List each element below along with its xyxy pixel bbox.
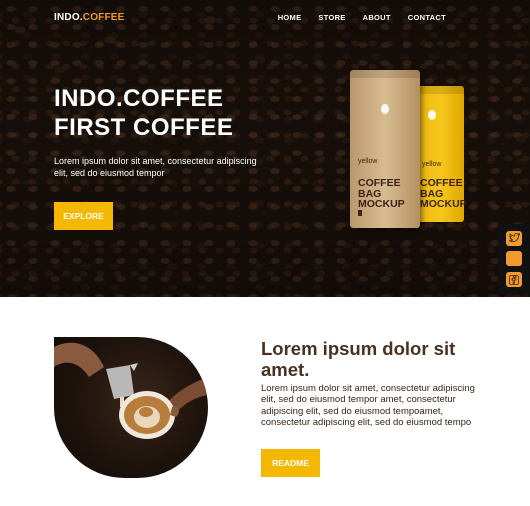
- facebook-icon[interactable]: [506, 272, 522, 288]
- nav-about[interactable]: ABOUT: [363, 13, 391, 22]
- site-logo[interactable]: INDO.COFFEE: [54, 12, 125, 23]
- nav-store[interactable]: STORE: [318, 13, 345, 22]
- nav-home[interactable]: HOME: [278, 13, 302, 22]
- bean-logo-icon: [428, 110, 436, 120]
- explore-button[interactable]: EXPLORE: [54, 202, 113, 230]
- kraft-coffee-bag: yellow COFFEE BAG MOCKUP: [350, 70, 420, 228]
- main-nav: HOME STORE ABOUT CONTACT: [278, 13, 446, 22]
- about-title: Lorem ipsum dolor sit amet.: [261, 338, 456, 380]
- about-body: Lorem ipsum dolor sit amet, consectetur …: [261, 383, 475, 429]
- nav-contact[interactable]: CONTACT: [408, 13, 446, 22]
- latte-art-image: [54, 337, 208, 478]
- social-icon[interactable]: [506, 251, 522, 267]
- readme-button[interactable]: README: [261, 449, 320, 477]
- hero-subtitle: Lorem ipsum dolor sit amet, consectetur …: [54, 156, 257, 178]
- twitter-icon[interactable]: [506, 230, 522, 246]
- social-sidebar: [498, 224, 530, 294]
- bag-mark: [358, 210, 362, 216]
- bean-logo-icon: [381, 104, 389, 114]
- hero-title: INDO.COFFEE FIRST COFFEE: [54, 85, 234, 141]
- hero-section: INDO.COFFEE HOME STORE ABOUT CONTACT IND…: [0, 0, 530, 297]
